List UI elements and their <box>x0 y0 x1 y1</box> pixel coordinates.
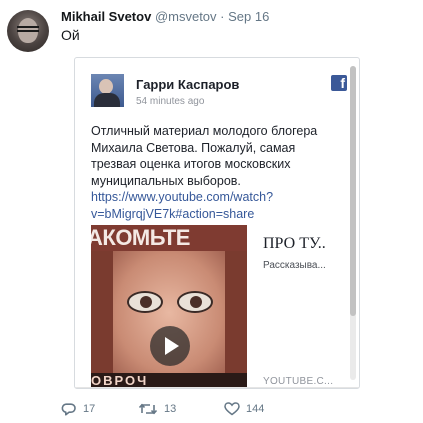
thumbnail-face <box>101 251 237 388</box>
embed-author-name[interactable]: Гарри Каспаров <box>136 77 239 92</box>
reply-count: 17 <box>83 403 96 415</box>
avatar-glasses <box>17 26 39 32</box>
retweet-button[interactable]: 13 <box>138 402 176 416</box>
embed-scrollbar-thumb[interactable] <box>350 66 356 316</box>
tweet-header: Mikhail Svetov @msvetov · Sep 16 <box>61 9 269 24</box>
card-divider <box>75 387 359 388</box>
embed-scrollbar[interactable] <box>350 66 356 380</box>
thumbnail-eye-left <box>127 291 163 313</box>
author-handle[interactable]: @msvetov <box>155 9 217 24</box>
video-title[interactable]: ПРО ТУ.. <box>263 235 326 253</box>
thumbnail-iris-left <box>140 296 152 308</box>
facebook-icon[interactable]: f <box>331 75 347 91</box>
tweet-text: Ой <box>61 27 80 43</box>
video-domain: YOUTUBE.C... <box>263 376 334 387</box>
facebook-embed-card[interactable]: Гарри Каспаров 54 minutes ago f Отличный… <box>74 57 360 389</box>
retweet-icon <box>138 403 158 415</box>
retweet-count: 13 <box>164 403 177 415</box>
like-count: 144 <box>246 403 265 415</box>
thumbnail-eye-right <box>177 291 213 313</box>
embed-post-text: Отличный материал молодого блогера Михаи… <box>91 124 318 188</box>
embed-timestamp[interactable]: 54 minutes ago <box>136 96 204 107</box>
thumbnail-top-text: АКОМЬТЕ <box>91 225 247 251</box>
like-button[interactable]: 144 <box>224 402 264 416</box>
reply-icon <box>61 403 76 416</box>
header-separator: · <box>220 9 225 24</box>
heart-icon <box>224 402 240 416</box>
thumbnail-iris-right <box>190 296 202 308</box>
thumbnail-hair-left <box>91 251 113 388</box>
reply-button[interactable]: 17 <box>61 402 95 416</box>
thumbnail-bottom-text: ОВРОЧ <box>91 373 247 388</box>
author-avatar[interactable] <box>7 10 49 52</box>
embed-avatar-head <box>99 79 113 94</box>
video-thumbnail[interactable]: АКОМЬТЕ ОВРОЧ <box>91 225 247 388</box>
author-name[interactable]: Mikhail Svetov <box>61 9 151 24</box>
embed-avatar-body <box>94 93 120 107</box>
embed-body: Отличный материал молодого блогера Михаи… <box>91 123 336 222</box>
embed-author-avatar[interactable] <box>91 74 124 107</box>
video-description: Рассказыва... <box>263 260 326 271</box>
play-icon[interactable] <box>150 326 190 366</box>
embed-post-link[interactable]: https://www.youtube.com/watch?v=bMigrqjV… <box>91 189 336 222</box>
tweet-date[interactable]: Sep 16 <box>228 9 269 24</box>
thumbnail-hair-right <box>225 251 247 388</box>
